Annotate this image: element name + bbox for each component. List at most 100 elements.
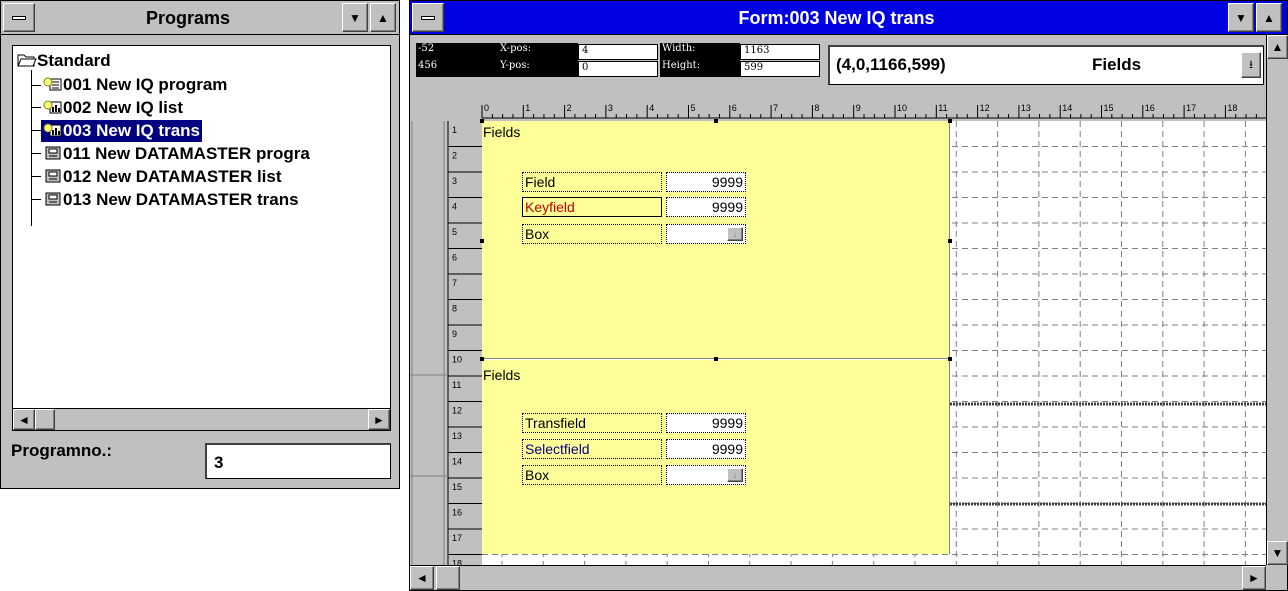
- arrow-left-icon: ◄: [416, 571, 428, 585]
- ruler-label: 2: [567, 103, 572, 113]
- tree-connector: [31, 70, 32, 226]
- design-value-field[interactable]: 9999: [666, 172, 746, 192]
- form-minimize-button[interactable]: ▼: [1228, 3, 1254, 32]
- form-titlebar: Form:003 New IQ trans ▼ ▲: [410, 1, 1287, 35]
- ruler-label: 4: [649, 103, 654, 113]
- form-maximize-button[interactable]: ▲: [1256, 3, 1282, 32]
- scroll-right-button[interactable]: ►: [1242, 566, 1266, 590]
- ruler-label: 0: [484, 103, 489, 113]
- cursor-x-readout: -52: [416, 43, 498, 60]
- xpos-label: X-pos:: [498, 43, 578, 60]
- tree-connector: [31, 199, 41, 200]
- programno-label: Programno.:: [11, 441, 113, 460]
- ruler-label: 17: [1186, 103, 1196, 113]
- tree-item-003[interactable]: 003 New IQ trans: [41, 120, 203, 142]
- ruler-label: 15: [1104, 103, 1114, 113]
- arrow-left-icon: ◄: [18, 412, 30, 427]
- maximize-icon: ▲: [1263, 10, 1275, 25]
- ruler-label: 12: [980, 103, 990, 113]
- ruler-label: 16: [452, 508, 462, 518]
- minimize-button[interactable]: ▼: [342, 3, 368, 32]
- ypos-field[interactable]: 0: [578, 61, 658, 77]
- form-system-menu-button[interactable]: [412, 3, 444, 32]
- selection-handle[interactable]: [714, 357, 718, 361]
- design-field-selectfield[interactable]: Selectfield: [522, 439, 662, 459]
- design-field-keyfield[interactable]: Keyfield: [522, 197, 662, 217]
- form-vscrollbar[interactable]: ▲ ▼: [1266, 35, 1288, 565]
- tree-item-002[interactable]: 002 New IQ list: [41, 97, 185, 119]
- selection-handle[interactable]: [948, 239, 952, 243]
- ruler-label: 8: [452, 304, 457, 314]
- tree-item-013[interactable]: 013 New DATAMASTER trans: [41, 189, 301, 211]
- selection-handle[interactable]: [480, 119, 484, 123]
- scroll-left-button[interactable]: ◄: [13, 409, 35, 430]
- info-bar: -52 456 X-pos: Y-pos: 4 0 Width: Height:…: [410, 35, 1266, 91]
- height-label: Height:: [660, 60, 740, 77]
- tree-item-011[interactable]: 011 New DATAMASTER progra: [41, 143, 312, 165]
- ruler-label: 7: [452, 278, 457, 288]
- ruler-label: 7: [773, 103, 778, 113]
- ruler-label: 3: [608, 103, 613, 113]
- tree-item-001[interactable]: 001 New IQ program: [41, 74, 229, 96]
- ruler-label: 9: [452, 329, 457, 339]
- selection-handle[interactable]: [714, 119, 718, 123]
- xpos-field[interactable]: 4: [578, 44, 658, 60]
- scroll-up-button[interactable]: ▲: [1267, 35, 1288, 59]
- ruler-label: 2: [452, 151, 457, 161]
- selection-handle[interactable]: [948, 119, 952, 123]
- section-1-label: Fields: [483, 124, 521, 140]
- form-title: Form:003 New IQ trans: [738, 8, 935, 28]
- tree-root-standard[interactable]: Standard: [15, 50, 113, 72]
- section-dropdown[interactable]: (4,0,1166,599) Fields ⭳: [828, 45, 1264, 85]
- tree-item-012[interactable]: 012 New DATAMASTER list: [41, 166, 284, 188]
- selection-handle[interactable]: [948, 357, 952, 361]
- dropdown-button[interactable]: ⭳: [1241, 52, 1261, 78]
- dropdown-arrow-icon: ⭳: [1249, 58, 1253, 71]
- form-hscrollbar[interactable]: ◄ ►: [410, 565, 1266, 590]
- design-field-field[interactable]: Field: [522, 172, 662, 192]
- scroll-left-button[interactable]: ◄: [410, 566, 434, 590]
- design-combo-box-2[interactable]: ↓: [666, 465, 746, 485]
- scroll-thumb[interactable]: [436, 566, 460, 590]
- programno-field[interactable]: 3: [205, 443, 391, 479]
- ruler-label: 14: [452, 457, 462, 467]
- ruler-label: 5: [452, 227, 457, 237]
- tree-hscrollbar[interactable]: ◄ ►: [13, 408, 390, 430]
- selection-handle[interactable]: [480, 239, 484, 243]
- design-value-transfield[interactable]: 9999: [666, 413, 746, 433]
- design-combo-box[interactable]: ↓: [666, 224, 746, 244]
- coords-text: (4,0,1166,599): [836, 55, 946, 74]
- system-menu-icon: [12, 15, 26, 20]
- ruler-label: 10: [897, 103, 907, 113]
- design-field-box[interactable]: Box: [522, 224, 662, 244]
- minimize-icon: ▼: [349, 10, 361, 25]
- ruler-label: 11: [938, 103, 947, 113]
- ruler-label: 10: [452, 355, 462, 365]
- design-field-box-2[interactable]: Box: [522, 465, 662, 485]
- program-tree[interactable]: Standard 001 New IQ program 002 New IQ l…: [12, 45, 391, 431]
- cursor-y-readout: 456: [416, 60, 498, 77]
- section-2-label: Fields: [483, 367, 521, 383]
- width-field[interactable]: 1163: [740, 44, 820, 60]
- ruler-label: 13: [452, 431, 462, 441]
- scroll-down-button[interactable]: ▼: [1267, 541, 1288, 565]
- design-field-transfield[interactable]: Transfield: [522, 413, 662, 433]
- maximize-button[interactable]: ▲: [370, 3, 396, 32]
- programs-window: Programs ▼ ▲ Standard 001 New IQ program…: [0, 0, 400, 489]
- ruler-label: 3: [452, 176, 457, 186]
- design-value-selectfield[interactable]: 9999: [666, 439, 746, 459]
- tree-item-label: 011 New DATAMASTER progra: [63, 144, 310, 163]
- section-select-value: Fields: [1092, 55, 1142, 74]
- design-value-keyfield[interactable]: 9999: [666, 197, 746, 217]
- system-menu-button[interactable]: [3, 3, 35, 32]
- tree-item-label: 003 New IQ trans: [63, 121, 201, 140]
- tree-item-label: 012 New DATAMASTER list: [63, 167, 282, 186]
- height-field[interactable]: 599: [740, 61, 820, 77]
- scroll-thumb[interactable]: [35, 409, 55, 430]
- ruler-label: 4: [452, 202, 457, 212]
- selection-handle[interactable]: [480, 357, 484, 361]
- folder-open-icon: [17, 54, 37, 67]
- tree-connector: [31, 153, 41, 154]
- scroll-right-button[interactable]: ►: [368, 409, 390, 430]
- design-canvas[interactable]: 0 1 2 3 4 5 6 7 8 9 10 11 12 13 14 15 16 17 18 1 2 3 4 5 6 7 8 9 10…: [410, 91, 1266, 565]
